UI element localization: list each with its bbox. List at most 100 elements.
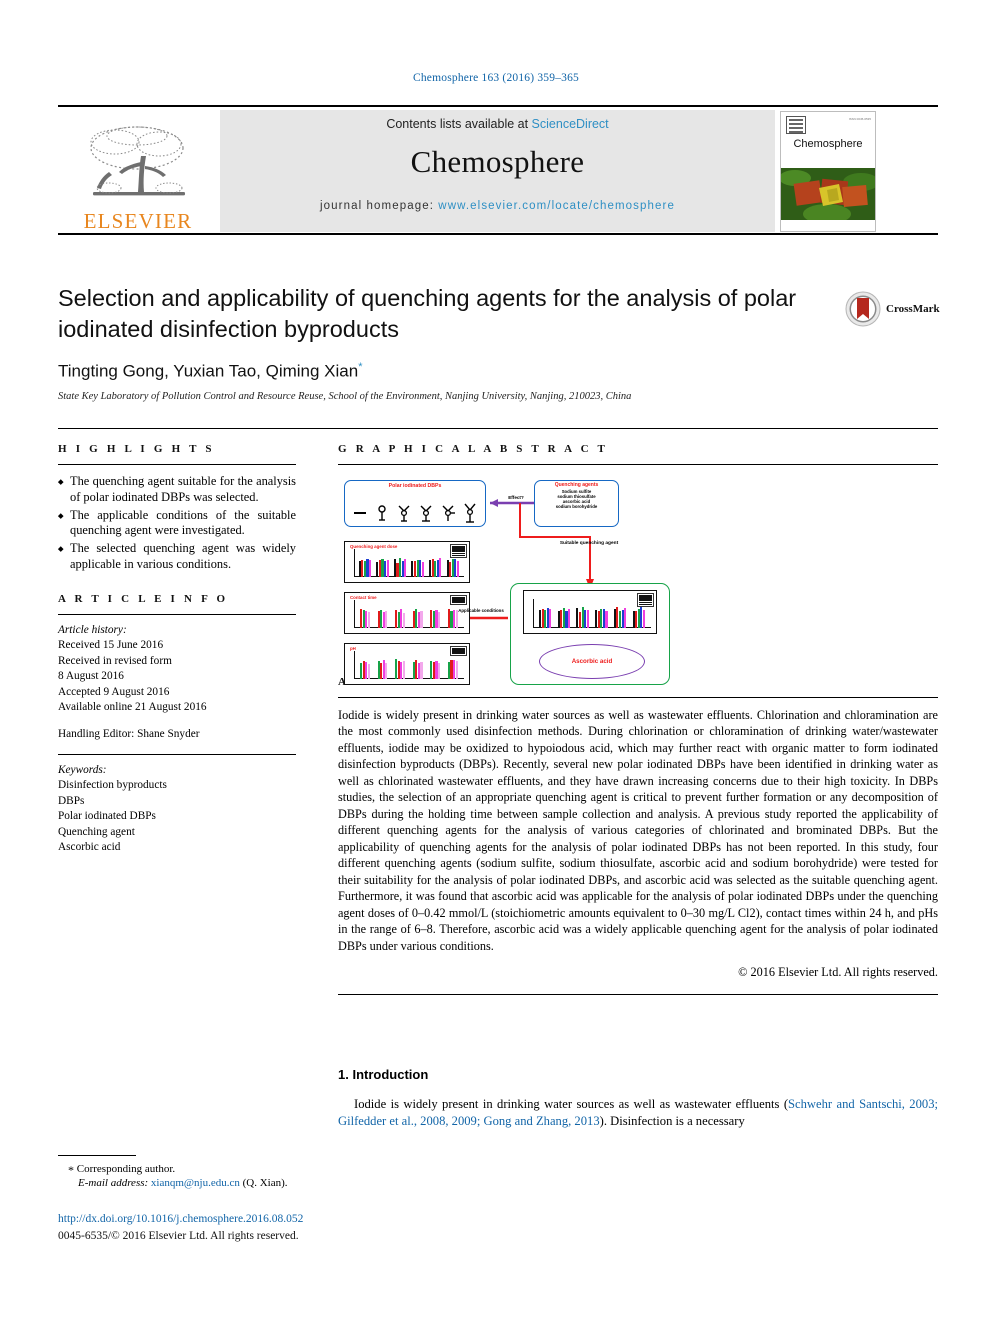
ga-quenching-agents-box: Quenching agents Sodium sulfite sodium t… <box>534 480 619 527</box>
keyword: DBPs <box>58 794 85 807</box>
highlights-heading: H I G H L I G H T S <box>58 443 215 455</box>
article-history-label: Article history: <box>58 623 127 636</box>
elsevier-logo: ELSEVIER <box>58 110 218 232</box>
chart-bars <box>536 600 648 628</box>
history-received: Received 15 June 2016 <box>58 639 164 652</box>
chart-y-axis <box>353 600 355 629</box>
graphical-abstract-heading: G R A P H I C A L A B S T R A C T <box>338 443 609 455</box>
homepage-prefix: journal homepage: <box>320 200 439 212</box>
article-info-heading: A R T I C L E I N F O <box>58 592 229 605</box>
article-history: Article history: Received 15 June 2016 R… <box>58 623 296 743</box>
email-owner: (Q. Xian). <box>242 1177 288 1189</box>
bar-group <box>428 551 442 578</box>
chart-y-axis <box>533 598 535 628</box>
chart-bars <box>356 551 461 578</box>
right-column: G R A P H I C A L A B S T R A C T Polar … <box>338 443 938 1131</box>
chart-y-axis <box>353 651 355 680</box>
corresponding-author-marker: * <box>358 361 363 374</box>
contents-prefix: Contents lists available at <box>386 117 532 131</box>
email-link[interactable]: xianqm@nju.edu.cn <box>151 1177 240 1189</box>
doi-link[interactable]: http://dx.doi.org/10.1016/j.chemosphere.… <box>58 1213 303 1225</box>
intro-text-part2: ). Disinfection is a necessary <box>599 1114 745 1129</box>
bar-group <box>412 602 423 629</box>
bar-group <box>360 653 370 680</box>
ga-result-chart <box>523 590 657 634</box>
journal-cover-thumbnail[interactable]: ISSN 0045-6535 Chemosphere <box>780 111 876 232</box>
bar-group <box>446 551 459 578</box>
journal-masthead: ELSEVIER Contents lists available at Sci… <box>58 105 938 235</box>
list-item: The applicable conditions of the suitabl… <box>58 508 296 540</box>
bar-group <box>395 653 405 680</box>
introduction-paragraph: Iodide is widely present in drinking wat… <box>338 1096 938 1131</box>
bar-group <box>412 653 423 680</box>
ga-polar-dbps-box: Polar iodinated DBPs <box>344 480 486 527</box>
footnote-divider <box>58 1155 136 1156</box>
cover-publisher-icon <box>786 116 806 134</box>
ga-effect-label: Effect? <box>508 495 524 500</box>
abstract-bottom-divider <box>338 994 938 996</box>
ga-applicable-conditions-label: Applicable conditions <box>458 608 504 613</box>
bar-group <box>377 602 388 629</box>
ga-quenching-agents-title: Quenching agents <box>554 482 599 488</box>
abstract-body: Iodide is widely present in drinking wat… <box>338 708 938 953</box>
introduction-heading: 1. Introduction <box>338 1067 429 1083</box>
bar-group <box>430 653 441 680</box>
crossmark-label: CrossMark <box>886 303 940 315</box>
footnote-block: * Corresponding author. E-mail address: … <box>58 1155 358 1189</box>
molecule-structure-icon <box>378 505 386 521</box>
history-online: Available online 21 August 2016 <box>58 701 207 714</box>
ga-molecule-row <box>349 499 481 527</box>
keywords-divider <box>58 753 296 755</box>
highlights-list: The quenching agent suitable for the ana… <box>58 474 296 573</box>
ga-chart1-title: Quenching agent dose <box>350 544 398 549</box>
cover-bottom <box>781 220 875 231</box>
crossmark-icon <box>845 291 881 327</box>
email-note: E-mail address: xianqm@nju.edu.cn (Q. Xi… <box>58 1177 358 1189</box>
molecule-structure-icon <box>354 512 366 514</box>
list-item: The quenching agent suitable for the ana… <box>58 474 296 506</box>
left-column: H I G H L I G H T S The quenching agent … <box>58 443 296 856</box>
chart-y-axis <box>353 549 355 578</box>
bar-group <box>358 551 372 578</box>
ga-chart-ph: pH <box>344 643 470 685</box>
history-revised-label: Received in revised form <box>58 654 172 667</box>
sciencedirect-link[interactable]: ScienceDirect <box>532 117 609 131</box>
bar-group <box>395 602 405 629</box>
bar-group <box>411 551 424 578</box>
molecule-structure-icon <box>442 505 455 521</box>
author-affiliation: State Key Laboratory of Pollution Contro… <box>58 390 632 402</box>
article-info-block: A R T I C L E I N F O Article history: R… <box>58 593 296 857</box>
graphical-abstract-canvas: Polar iodinated DBPs Effect? Quenching a… <box>338 475 938 685</box>
bar-group <box>377 653 388 680</box>
history-accepted: Accepted 9 August 2016 <box>58 685 170 698</box>
contents-available-line: Contents lists available at ScienceDirec… <box>386 117 608 131</box>
keyword: Ascorbic acid <box>58 841 121 854</box>
ga-result-box: Ascorbic acid <box>510 583 670 685</box>
bar-group <box>447 602 458 629</box>
cover-journal-title: Chemosphere <box>793 138 863 150</box>
ga-ascorbic-acid-result: Ascorbic acid <box>539 644 645 679</box>
elsevier-wordmark: ELSEVIER <box>83 209 193 233</box>
bar-group <box>557 600 571 628</box>
ga-polar-dbps-label: Polar iodinated DBPs <box>388 482 442 489</box>
intro-text-part1: Iodide is widely present in drinking wat… <box>354 1097 789 1112</box>
ga-chart-quenching-dose: Quenching agent dose <box>344 541 470 583</box>
history-revised-date: 8 August 2016 <box>58 670 124 683</box>
keyword: Polar iodinated DBPs <box>58 810 156 823</box>
keywords-block: Keywords: Disinfection byproducts DBPs P… <box>58 763 296 856</box>
bar-group <box>376 551 389 578</box>
journal-homepage-line: journal homepage: www.elsevier.com/locat… <box>320 200 675 212</box>
keyword: Disinfection byproducts <box>58 779 167 792</box>
journal-title: Chemosphere <box>410 144 585 179</box>
bar-group <box>360 602 370 629</box>
corresponding-star: * <box>68 1163 74 1177</box>
crossmark-badge[interactable]: CrossMark <box>845 289 940 329</box>
journal-homepage-link[interactable]: www.elsevier.com/locate/chemosphere <box>438 200 675 212</box>
cover-leaves-graphic <box>781 168 875 220</box>
molecule-structure-icon <box>464 503 476 523</box>
corresponding-text: Corresponding author. <box>76 1163 176 1175</box>
bar-group <box>595 600 608 628</box>
author-names: Tingting Gong, Yuxian Tao, Qiming Xian <box>58 361 359 381</box>
bar-group <box>613 600 627 628</box>
